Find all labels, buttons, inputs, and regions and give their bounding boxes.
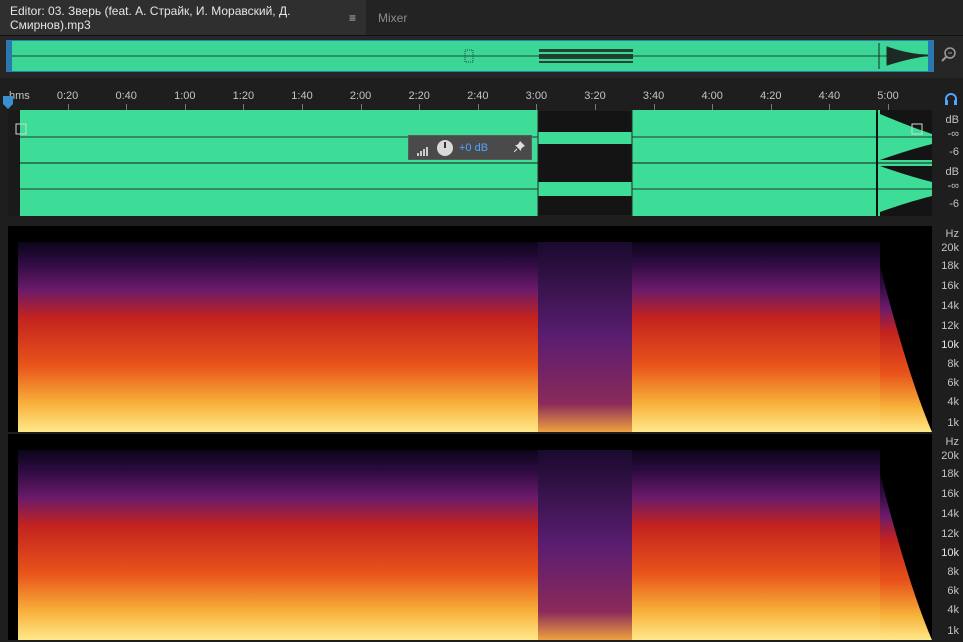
hz-scale-top: Hz 20k 18k 16k 14k 12k 10k 8k 6k 4k 1k xyxy=(932,226,963,432)
gain-knob[interactable] xyxy=(437,139,453,156)
hz-label: 18k xyxy=(941,468,959,480)
db-scale: dB -∞ -6 dB -∞ -6 xyxy=(932,110,963,216)
playhead-marker[interactable] xyxy=(3,96,13,110)
db-inf-bottom: -∞ xyxy=(947,180,959,192)
hz-label: 6k xyxy=(947,585,959,597)
overview-waveform-graphic xyxy=(7,41,934,71)
spectrogram-top[interactable] xyxy=(8,226,932,432)
pin-icon[interactable] xyxy=(513,140,525,155)
ruler-label: 2:20 xyxy=(408,90,430,102)
overview-strip[interactable] xyxy=(0,36,963,78)
overview-waveform[interactable] xyxy=(6,40,934,72)
tab-bar: Editor: 03. Зверь (feat. А. Страйк, И. М… xyxy=(0,0,963,36)
hz-label: 1k xyxy=(947,417,959,429)
ruler-label: 3:00 xyxy=(525,90,548,102)
tab-mixer-label: Mixer xyxy=(378,10,408,25)
hz-label: 4k xyxy=(947,396,959,408)
tab-editor[interactable]: Editor: 03. Зверь (feat. А. Страйк, И. М… xyxy=(0,0,366,35)
db-label-top: dB xyxy=(945,114,959,126)
level-bars-icon xyxy=(417,143,429,156)
hz-label: 10k xyxy=(941,547,959,559)
hz-label: 14k xyxy=(941,300,959,312)
hz-label: 20k xyxy=(941,450,959,462)
hz-label: Hz xyxy=(945,228,959,240)
waveform-graphic xyxy=(8,110,932,216)
hz-label: 16k xyxy=(941,280,959,292)
gain-value[interactable]: +0 dB xyxy=(459,142,488,154)
ruler-label: 4:40 xyxy=(818,90,841,102)
spectrogram-bottom-graphic xyxy=(8,434,932,640)
ruler-label: 3:20 xyxy=(584,90,606,102)
spectrogram-top-graphic xyxy=(8,226,932,432)
time-ruler[interactable]: hms 0:20 0:40 1:00 1:20 1:40 2:00 2:20 2:40 3:00… xyxy=(0,88,963,110)
ruler-label: 3:40 xyxy=(642,90,665,102)
ruler-label: 4:20 xyxy=(760,90,782,102)
db-inf-top: -∞ xyxy=(947,128,959,140)
ruler-label: 0:20 xyxy=(56,90,79,102)
ruler-label: 1:00 xyxy=(174,90,196,102)
hz-label: 6k xyxy=(947,377,959,389)
headphones-icon[interactable] xyxy=(944,92,958,106)
spectrogram-bottom[interactable] xyxy=(8,434,932,640)
hz-label: 14k xyxy=(941,508,959,520)
ruler-label: 0:40 xyxy=(115,90,137,102)
db-minus6-bottom: -6 xyxy=(949,198,959,210)
hz-label: 20k xyxy=(941,242,959,254)
ruler-label: 2:40 xyxy=(467,90,489,102)
overview-left-handle[interactable] xyxy=(6,40,12,72)
db-label-bottom: dB xyxy=(945,166,959,178)
waveform-display[interactable] xyxy=(8,110,932,216)
zoom-icon[interactable] xyxy=(941,46,957,62)
tab-editor-label: Editor: 03. Зверь (feat. А. Страйк, И. М… xyxy=(10,3,291,32)
ruler-label: 1:20 xyxy=(232,90,255,102)
hz-label: 8k xyxy=(947,358,959,370)
panel-divider[interactable] xyxy=(0,216,963,440)
hz-label: 4k xyxy=(947,604,959,616)
overview-right-handle[interactable] xyxy=(928,40,934,72)
panel-menu-icon[interactable]: ≡ xyxy=(349,11,356,25)
tab-mixer[interactable]: Mixer xyxy=(368,0,438,35)
hz-label: 8k xyxy=(947,566,959,578)
hz-label: 1k xyxy=(947,625,959,637)
ruler-label: 5:00 xyxy=(877,90,899,102)
gain-hud[interactable]: +0 dB xyxy=(408,135,532,160)
hz-label: 18k xyxy=(941,260,959,272)
db-minus6-top: -6 xyxy=(949,146,959,158)
hz-label: 12k xyxy=(941,320,959,332)
ruler-label: 4:00 xyxy=(701,90,723,102)
hz-label: 16k xyxy=(941,488,959,500)
hz-label: 12k xyxy=(941,528,959,540)
ruler-label: 1:40 xyxy=(291,90,313,102)
hz-label: Hz xyxy=(945,436,959,448)
ruler-label: 2:00 xyxy=(349,90,372,102)
hz-label: 10k xyxy=(941,339,959,351)
hz-scale-bottom: Hz 20k 18k 16k 14k 12k 10k 8k 6k 4k 1k xyxy=(932,434,963,640)
